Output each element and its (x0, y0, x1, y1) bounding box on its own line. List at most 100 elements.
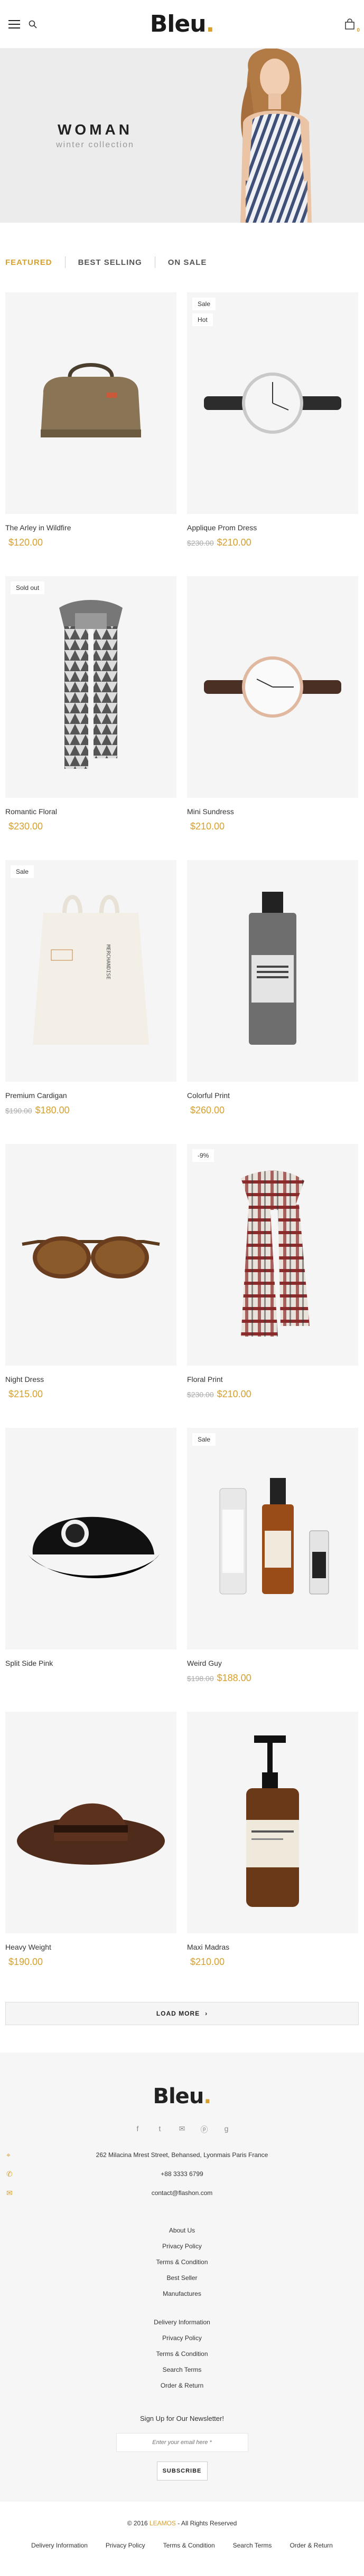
hero-title: WOMAN (58, 121, 133, 138)
bottom-bar: © 2016 LEAMOS - All Rights Reserved Deli… (0, 2502, 364, 2560)
product-name[interactable]: Heavy Weight (5, 1943, 176, 1951)
search-icon[interactable] (29, 20, 37, 28)
twitter-icon[interactable]: t (156, 2124, 164, 2133)
product-image[interactable]: Sale (187, 1428, 358, 1649)
newsletter-email-input[interactable] (116, 2433, 248, 2452)
product-tabs: FEATURED BEST SELLING ON SALE (0, 244, 364, 281)
product-name[interactable]: Floral Print (187, 1375, 358, 1384)
bottom-link-terms[interactable]: Terms & Condition (163, 2542, 215, 2549)
contact-info: ⌖ 262 Milacina Mrest Street, Behansed, Ly… (0, 2145, 364, 2202)
footer-links-info: About Us Privacy Policy Terms & Conditio… (0, 2222, 364, 2302)
product-price: $260.00 (190, 1105, 225, 1115)
address-row: ⌖ 262 Milacina Mrest Street, Behansed, Ly… (6, 2150, 268, 2159)
product-image[interactable]: -9% (187, 1144, 358, 1366)
tab-featured[interactable]: FEATURED (5, 258, 52, 267)
product-name[interactable]: Night Dress (5, 1375, 176, 1384)
product-name[interactable]: The Arley in Wildfire (5, 523, 176, 532)
phone-row: ✆ +88 3333 6799 (6, 2169, 203, 2178)
product-price: $190.00 $180.00 (5, 1105, 70, 1115)
svg-text:MERCHANDISE: MERCHANDISE (105, 944, 111, 979)
sale-badge: Sale (192, 298, 216, 310)
social-links: f t ✉ ⓟ g (0, 2124, 364, 2134)
bottom-link-privacy[interactable]: Privacy Policy (106, 2542, 145, 2549)
product-name[interactable]: Premium Cardigan (5, 1091, 176, 1100)
product-image[interactable]: Sold out (5, 576, 176, 798)
product-image[interactable] (187, 1712, 358, 1933)
footer-link-privacy[interactable]: Privacy Policy (0, 2330, 364, 2346)
product-price: $190.00 (8, 1957, 43, 1967)
mail-icon: ✉ (6, 2188, 13, 2197)
footer-link-terms[interactable]: Terms & Condition (0, 2254, 364, 2270)
product-name[interactable]: Split Side Pink (5, 1659, 176, 1667)
product-image[interactable]: Sale MERCHANDISE (5, 860, 176, 1082)
cart-count: 0 (357, 27, 360, 33)
product-image[interactable] (5, 1144, 176, 1366)
subscribe-button[interactable]: SUBSCRIBE (156, 2461, 208, 2480)
product-price: $120.00 (8, 537, 43, 548)
product-card: Split Side Pink (5, 1428, 176, 1712)
hot-badge: Hot (192, 313, 213, 326)
product-card: Colorful Print $260.00 (187, 860, 358, 1144)
sale-badge: Sale (192, 1433, 216, 1446)
tab-on-sale[interactable]: ON SALE (168, 258, 207, 267)
product-name[interactable]: Colorful Print (187, 1091, 358, 1100)
product-image[interactable] (187, 576, 358, 798)
menu-icon[interactable] (8, 20, 20, 28)
email-icon[interactable]: ✉ (178, 2124, 186, 2133)
pinterest-icon[interactable]: ⓟ (200, 2124, 209, 2134)
product-name[interactable]: Weird Guy (187, 1659, 358, 1667)
product-image[interactable] (5, 1428, 176, 1649)
product-image[interactable] (5, 1712, 176, 1933)
product-image[interactable] (187, 860, 358, 1082)
tab-best-selling[interactable]: BEST SELLING (78, 258, 142, 267)
bag-icon (345, 18, 354, 30)
product-card: Mini Sundress $210.00 (187, 576, 358, 860)
load-more-button[interactable]: LOAD MORE › (5, 2002, 359, 2025)
bottom-link-search[interactable]: Search Terms (233, 2542, 272, 2549)
product-image[interactable]: Sale Hot (187, 292, 358, 514)
product-grid: The Arley in Wildfire $120.00 Sale Hot A… (0, 292, 364, 1996)
hero-model-image (190, 49, 364, 223)
newsletter-title: Sign Up for Our Newsletter! (140, 2415, 224, 2422)
phone-icon: ✆ (6, 2169, 13, 2178)
google-plus-icon[interactable]: g (222, 2124, 231, 2133)
footer-link-order-return[interactable]: Order & Return (0, 2378, 364, 2393)
product-price: $230.00 $210.00 (187, 1389, 251, 1399)
footer-link-manufactures[interactable]: Manufactures (0, 2286, 364, 2302)
product-card: Sale Weird Guy $198.00 $188.00 (187, 1428, 358, 1712)
product-price (5, 1673, 176, 1684)
facebook-icon[interactable]: f (134, 2124, 142, 2133)
footer-link-privacy[interactable]: Privacy Policy (0, 2238, 364, 2254)
header-right: 0 (292, 18, 360, 33)
hero-subtitle: winter collection (56, 140, 134, 149)
footer-link-terms[interactable]: Terms & Condition (0, 2346, 364, 2362)
product-name[interactable]: Romantic Floral (5, 807, 176, 816)
product-card: -9% Floral Print $230.00 $210.00 (187, 1144, 358, 1428)
bottom-links: Delivery Information Privacy Policy Term… (0, 2542, 364, 2549)
product-price: $210.00 (190, 1957, 225, 1967)
site-logo[interactable]: Bleu. (150, 11, 214, 37)
product-name[interactable]: Maxi Madras (187, 1943, 358, 1951)
footer-link-search-terms[interactable]: Search Terms (0, 2362, 364, 2378)
product-card: Maxi Madras $210.00 (187, 1712, 358, 1996)
footer-link-best-seller[interactable]: Best Seller (0, 2270, 364, 2286)
product-card: The Arley in Wildfire $120.00 (5, 292, 176, 576)
cart-button[interactable]: 0 (344, 18, 360, 33)
product-price: $230.00 (8, 821, 43, 832)
footer-links-service: Delivery Information Privacy Policy Term… (0, 2314, 364, 2393)
footer-link-about[interactable]: About Us (0, 2222, 364, 2238)
product-price: $198.00 $188.00 (187, 1673, 251, 1683)
product-image[interactable] (5, 292, 176, 514)
product-name[interactable]: Applique Prom Dress (187, 523, 358, 532)
product-card: Night Dress $215.00 (5, 1144, 176, 1428)
chevron-right-icon: › (205, 2010, 208, 2017)
sold-out-badge: Sold out (11, 581, 45, 594)
product-name[interactable]: Mini Sundress (187, 807, 358, 816)
bottom-link-delivery[interactable]: Delivery Information (31, 2542, 88, 2549)
bottom-link-order[interactable]: Order & Return (290, 2542, 332, 2549)
product-card: Sale Hot Applique Prom Dress $230.00 $210… (187, 292, 358, 576)
footer-link-delivery[interactable]: Delivery Information (0, 2314, 364, 2330)
footer-logo[interactable]: Bleu. (0, 2084, 364, 2108)
hero-text: WOMAN winter collection (0, 49, 190, 223)
hero-banner[interactable]: WOMAN winter collection (0, 49, 364, 223)
